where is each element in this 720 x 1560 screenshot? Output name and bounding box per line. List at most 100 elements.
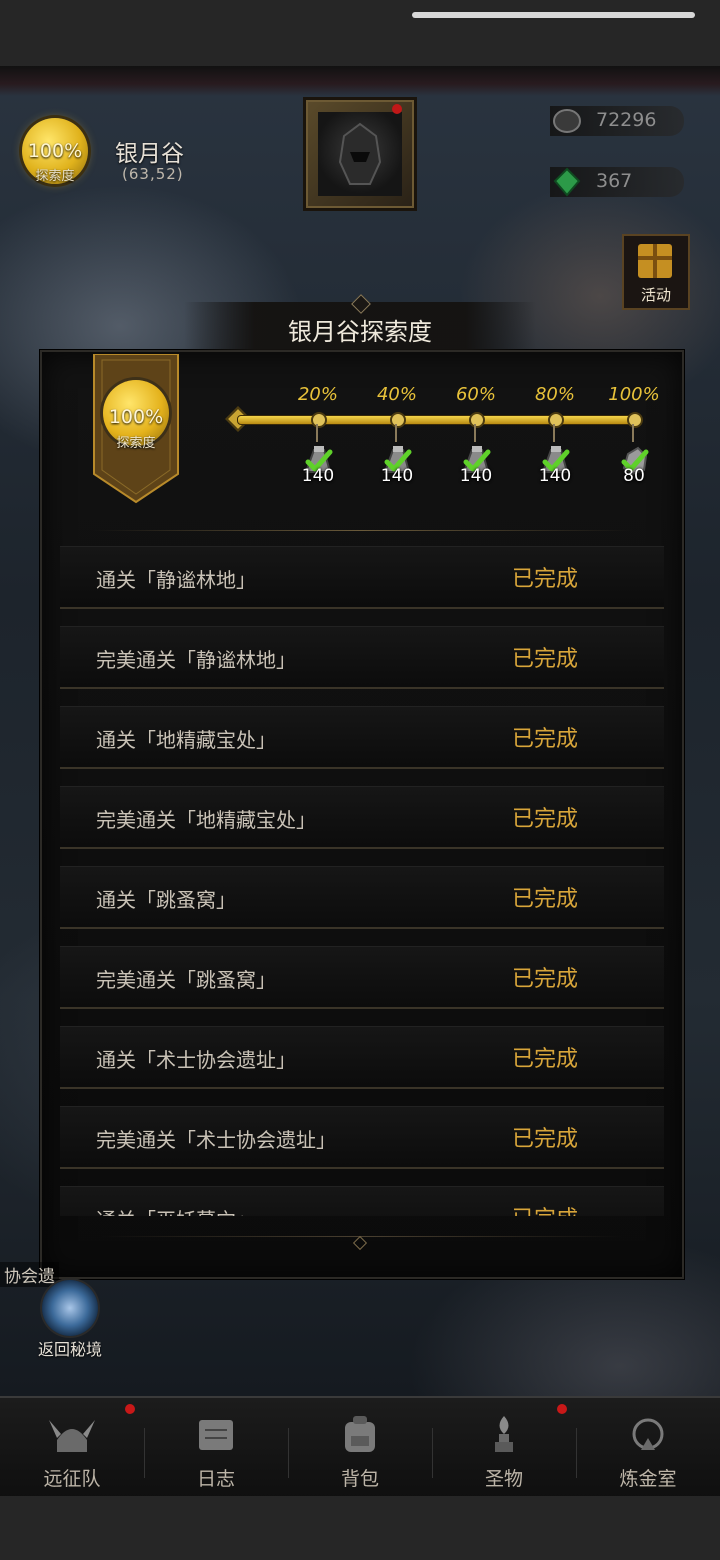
task-row[interactable]: 完美通关「静谧林地」 已完成 (60, 626, 664, 689)
task-label: 通关「术士协会遗址」 (96, 1048, 296, 1072)
task-row[interactable]: 通关「术士协会遗址」 已完成 (60, 1026, 664, 1089)
milestone-count: 140 (380, 466, 414, 486)
section-divider (92, 530, 632, 531)
nav-label: 圣物 (484, 1468, 523, 1490)
resource-ore[interactable]: 72296 (550, 106, 684, 136)
milestone-percent: 80% (534, 384, 575, 405)
milestone-node (390, 412, 406, 428)
banner-label: 探索度 (116, 436, 156, 451)
viking-helmet-icon (47, 1412, 97, 1456)
task-row[interactable]: 完美通关「地精藏宝处」 已完成 (60, 786, 664, 849)
milestone-count: 140 (538, 466, 572, 486)
milestone-count: 140 (459, 466, 493, 486)
nav-separator (576, 1428, 577, 1478)
banner-percent: 100% (108, 406, 164, 428)
green-gem-icon (552, 167, 582, 197)
scroll-icon (191, 1412, 241, 1456)
task-row[interactable]: 通关「地精藏宝处」 已完成 (60, 706, 664, 769)
task-status: 已完成 (512, 1201, 578, 1216)
list-bottom-ornament (352, 1235, 368, 1251)
activity-button[interactable]: 活动 (622, 234, 690, 310)
nav-item-3[interactable]: 背包 (288, 1398, 432, 1498)
exploration-label: 探索度 (35, 169, 75, 184)
task-label: 通关「跳蚤窝」 (96, 888, 236, 912)
portal-icon (42, 1280, 98, 1336)
milestone-node (469, 412, 485, 428)
milestone-percent: 60% (455, 384, 496, 405)
nav-item-5[interactable]: 炼金室 (576, 1398, 720, 1498)
nav-item-2[interactable]: 日志 (144, 1398, 288, 1498)
resource-ore-value: 72296 (596, 109, 657, 131)
task-status: 已完成 (512, 807, 579, 832)
gift-box-icon (638, 244, 672, 278)
nav-label: 远征队 (43, 1468, 101, 1490)
task-status: 已完成 (512, 1047, 579, 1072)
task-label: 完美通关「术士协会遗址」 (96, 1128, 336, 1152)
task-status: 已完成 (512, 967, 579, 992)
task-label: 完美通关「地精藏宝处」 (96, 808, 316, 832)
task-label: 完美通关「静谧林地」 (96, 648, 296, 672)
task-status: 已完成 (512, 1127, 579, 1152)
resource-gem[interactable]: 367 (550, 167, 684, 197)
exploration-badge[interactable]: 100% 探索度 (12, 110, 102, 200)
task-label: 通关「静谧林地」 (96, 568, 256, 592)
task-label: 通关「地精藏宝处」 (96, 728, 276, 752)
exploration-percent: 100% (27, 140, 83, 162)
milestone-percent: 100% (608, 384, 660, 405)
nav-label: 日志 (196, 1468, 235, 1490)
nav-item-1[interactable]: 远征队 (0, 1398, 144, 1498)
milestone-stem (395, 424, 397, 442)
exploration-progress-bar (237, 415, 639, 425)
milestone-node (627, 412, 643, 428)
task-row[interactable]: 通关「巫妖墓穴」 已完成 (60, 1186, 664, 1216)
helmet-icon (318, 112, 402, 196)
milestone-stem (553, 424, 555, 442)
milestone-count: 140 (301, 466, 335, 486)
task-row[interactable]: 完美通关「跳蚤窝」 已完成 (60, 946, 664, 1009)
notification-dot (125, 1404, 135, 1414)
torch-relic-icon (479, 1412, 529, 1456)
milestone-percent: 20% (297, 384, 338, 405)
top-status-bar (0, 0, 720, 68)
bottom-bar (0, 1496, 720, 1560)
notification-dot (392, 104, 402, 114)
map-top-ornament (0, 66, 720, 96)
alchemy-icon (623, 1412, 673, 1456)
location-coords: (63,52) (122, 165, 184, 183)
task-status: 已完成 (512, 647, 579, 672)
task-status: 已完成 (512, 887, 579, 912)
bottom-nav: 远征队 日志 背包 圣物 炼金室 (0, 1396, 720, 1498)
backpack-icon (335, 1412, 385, 1456)
notification-dot (557, 1404, 567, 1414)
task-row[interactable]: 通关「静谧林地」 已完成 (60, 546, 664, 609)
list-bottom-line (102, 1236, 622, 1237)
nav-label: 炼金室 (619, 1468, 677, 1490)
exploration-modal: 100% 探索度 20% 140 40% 140 60% 140 80% 140 100% 80 … (40, 350, 684, 1279)
location-name: 银月谷 (115, 141, 184, 167)
return-portal-button[interactable]: 返回秘境 (30, 1278, 110, 1359)
nav-separator (288, 1428, 289, 1478)
activity-label: 活动 (640, 286, 671, 304)
resource-gem-value: 367 (596, 170, 633, 192)
milestone-count: 80 (623, 466, 645, 486)
milestone-percent: 40% (376, 384, 417, 405)
milestone-node (311, 412, 327, 428)
nav-separator (144, 1428, 145, 1478)
nav-separator (432, 1428, 433, 1478)
task-list[interactable]: 通关「静谧林地」 已完成 完美通关「静谧林地」 已完成 通关「地精藏宝处」 已完成 完美通关… (60, 546, 664, 1216)
exploration-banner: 100% 探索度 (90, 354, 182, 504)
nav-item-4[interactable]: 圣物 (432, 1398, 576, 1498)
milestone-stem (632, 424, 634, 442)
task-label: 完美通关「跳蚤窝」 (96, 968, 276, 992)
nav-label: 背包 (340, 1468, 379, 1490)
task-status: 已完成 (512, 727, 579, 752)
home-indicator[interactable] (412, 12, 695, 18)
task-row[interactable]: 完美通关「术士协会遗址」 已完成 (60, 1106, 664, 1169)
task-row[interactable]: 通关「跳蚤窝」 已完成 (60, 866, 664, 929)
task-status: 已完成 (512, 567, 579, 592)
return-portal-label: 返回秘境 (37, 1340, 102, 1359)
hero-portrait[interactable] (306, 100, 414, 208)
modal-title: 银月谷探索度 (288, 318, 432, 346)
milestone-stem (316, 424, 318, 442)
ore-icon (552, 106, 582, 136)
